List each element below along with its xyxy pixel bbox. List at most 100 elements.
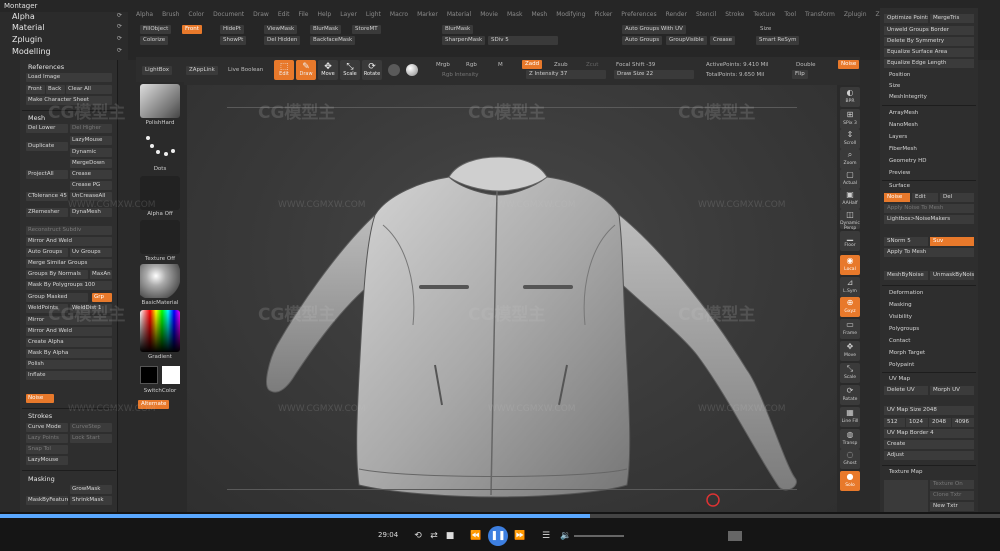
morph-uv-button[interactable]: Morph UV bbox=[930, 386, 974, 395]
polish-slider[interactable]: Polish bbox=[26, 360, 112, 369]
zcut-button[interactable]: Zcut bbox=[586, 62, 598, 68]
adjust-uv-button[interactable]: Adjust bbox=[884, 451, 974, 460]
menu-item-alpha[interactable]: Alpha bbox=[136, 11, 153, 21]
lightbox-noisemakers-button[interactable]: Lightbox>NoiseMakers bbox=[884, 215, 974, 224]
apply-noise-to-mesh-button[interactable]: Apply Noise To Mesh bbox=[884, 204, 974, 213]
polygroups-section[interactable]: Polygroups bbox=[889, 326, 919, 332]
auto-groups-button[interactable]: Auto Groups bbox=[26, 248, 68, 257]
mesh-by-noise-button[interactable]: MeshByNoise bbox=[884, 271, 928, 280]
crease-button[interactable]: Crease bbox=[70, 170, 112, 179]
new-txtr-button[interactable]: New Txtr bbox=[930, 502, 974, 511]
smart-resym-button[interactable]: Smart ReSym bbox=[756, 36, 800, 45]
nano-mesh-section[interactable]: NanoMesh bbox=[889, 122, 918, 128]
strokes-header[interactable]: Strokes bbox=[28, 412, 52, 420]
crease-button[interactable]: Crease bbox=[710, 36, 735, 45]
shelf-actual-button[interactable]: ▢ Actual bbox=[840, 169, 860, 189]
surface-header[interactable]: Surface bbox=[889, 183, 910, 189]
morph-target-section[interactable]: Morph Target bbox=[889, 350, 925, 356]
fiber-mesh-section[interactable]: FiberMesh bbox=[889, 146, 917, 152]
shelf-scroll-button[interactable]: ⇕ Scroll bbox=[840, 129, 860, 149]
tree-item-modelling[interactable]: Modelling ⟳ bbox=[12, 47, 122, 58]
material-thumbnail[interactable] bbox=[140, 264, 180, 298]
shelf-frame-button[interactable]: ▭ Frame bbox=[840, 319, 860, 339]
pause-button[interactable]: ❚❚ bbox=[488, 526, 508, 546]
menu-item-document[interactable]: Document bbox=[213, 11, 244, 21]
noise-button[interactable]: Noise bbox=[26, 394, 54, 403]
zsub-button[interactable]: Zsub bbox=[554, 62, 568, 68]
pin-icon[interactable]: ⟳ bbox=[117, 35, 122, 46]
shelf-scale-button[interactable]: ⤡ Scale bbox=[840, 363, 860, 383]
noise-del-button[interactable]: Del bbox=[940, 193, 974, 202]
alpha-thumbnail[interactable] bbox=[140, 176, 180, 210]
mask-by-alpha-button[interactable]: Mask By Alpha bbox=[26, 349, 112, 358]
shelf-dynamic-persp-button[interactable]: ◫ Dynamic Persp bbox=[840, 209, 860, 231]
suv-button[interactable]: Suv bbox=[930, 237, 974, 246]
shelf-local-button[interactable]: ◉ Local bbox=[840, 255, 860, 275]
uv-size-512-button[interactable]: 512 bbox=[884, 418, 905, 427]
material-sphere-icon[interactable] bbox=[388, 64, 400, 76]
alternate-button[interactable]: Alternate bbox=[138, 400, 170, 409]
color-picker[interactable] bbox=[140, 310, 180, 352]
shelf-aahalf-button[interactable]: ▣ AAHalf bbox=[840, 189, 860, 209]
uv-size-4096-button[interactable]: 4096 bbox=[952, 418, 974, 427]
shuffle-icon[interactable]: ⇄ bbox=[428, 530, 440, 542]
mask-by-polygroups-slider[interactable]: Mask By Polygroups 100 bbox=[26, 281, 112, 290]
optimize-points-button[interactable]: Optimize Points bbox=[884, 14, 928, 23]
jacket-model[interactable] bbox=[187, 85, 837, 512]
grp-button[interactable]: Grp bbox=[92, 293, 112, 302]
menu-item-picker[interactable]: Picker bbox=[594, 11, 612, 21]
weld-dist-slider[interactable]: WeldDist 1 bbox=[70, 304, 112, 313]
del-lower-button[interactable]: Del Lower bbox=[26, 124, 68, 133]
blur-mask-button[interactable]: BlurMask bbox=[310, 25, 342, 34]
shelf-l-sym-button[interactable]: ⊿ L.Sym bbox=[840, 277, 860, 297]
snap-tol-slider[interactable]: Snap Tol bbox=[26, 445, 68, 454]
zremesher-button[interactable]: ZRemesher bbox=[26, 208, 68, 217]
menu-item-texture[interactable]: Texture bbox=[753, 11, 775, 21]
draw-size-slider[interactable]: Draw Size 22 bbox=[614, 70, 694, 79]
create-alpha-button[interactable]: Create Alpha bbox=[26, 338, 112, 347]
uv-size-1024-button[interactable]: 1024 bbox=[906, 418, 928, 427]
shelf-solo-button[interactable]: ● Solo bbox=[840, 471, 860, 491]
masking-section[interactable]: Masking bbox=[889, 302, 912, 308]
menu-item-zplugin[interactable]: Zplugin bbox=[844, 11, 867, 21]
del-higher-button[interactable]: Del Higher bbox=[70, 124, 112, 133]
load-image-button[interactable]: Load Image bbox=[26, 73, 112, 82]
noise-button[interactable]: Noise bbox=[838, 60, 860, 69]
3d-viewport[interactable] bbox=[187, 85, 837, 512]
fast-forward-icon[interactable]: ⏩ bbox=[514, 530, 526, 542]
shelf-gxyz-button[interactable]: ⊕ Gxyz bbox=[840, 297, 860, 317]
preview-section[interactable]: Preview bbox=[889, 170, 910, 176]
thumbnail-icon[interactable] bbox=[728, 531, 742, 541]
color-sphere-icon[interactable] bbox=[406, 64, 418, 76]
shelf-spix-3-button[interactable]: ⊞ SPix 3 bbox=[840, 109, 860, 129]
ctolerance-slider[interactable]: CTolerance 45 bbox=[26, 192, 68, 201]
menu-item-transform[interactable]: Transform bbox=[805, 11, 835, 21]
lazy-points-slider[interactable]: Lazy Points bbox=[26, 434, 68, 443]
auto-groups-uv-button[interactable]: Auto Groups With UV bbox=[622, 25, 686, 34]
edit-button[interactable]: ⬚ Edit bbox=[274, 60, 294, 80]
layers-section[interactable]: Layers bbox=[889, 134, 907, 140]
inflate-slider[interactable]: Inflate bbox=[26, 371, 112, 380]
mrgb-button[interactable]: Mrgb bbox=[436, 62, 450, 68]
uncrease-all-button[interactable]: UnCreaseAll bbox=[70, 192, 112, 201]
create-uv-button[interactable]: Create bbox=[884, 440, 974, 449]
scale-button[interactable]: ⤡ Scale bbox=[340, 60, 360, 80]
menu-item-mesh[interactable]: Mesh bbox=[531, 11, 547, 21]
live-boolean-toggle[interactable]: Live Boolean bbox=[228, 67, 263, 73]
max-angle-slider[interactable]: MaxAn bbox=[90, 270, 112, 279]
menu-item-stroke[interactable]: Stroke bbox=[725, 11, 744, 21]
m-button[interactable]: M bbox=[498, 62, 503, 68]
shelf-zoom-button[interactable]: ⌕ Zoom bbox=[840, 149, 860, 169]
uv-groups-button[interactable]: Uv Groups bbox=[70, 248, 112, 257]
backface-mask-button[interactable]: BackfaceMask bbox=[310, 36, 356, 45]
equalize-edge-length-button[interactable]: Equalize Edge Length bbox=[884, 59, 974, 68]
menu-item-mask[interactable]: Mask bbox=[507, 11, 522, 21]
brush-thumbnail[interactable] bbox=[140, 84, 180, 118]
menu-item-macro[interactable]: Macro bbox=[390, 11, 408, 21]
noise-edit-button[interactable]: Edit bbox=[912, 193, 938, 202]
secondary-color-swatch[interactable] bbox=[162, 366, 180, 384]
make-character-sheet-button[interactable]: Make Character Sheet bbox=[26, 96, 112, 105]
delete-uv-button[interactable]: Delete UV bbox=[884, 386, 928, 395]
shelf-line-fill-button[interactable]: ▦ Line Fill bbox=[840, 407, 860, 427]
lazymouse-button[interactable]: LazyMouse bbox=[70, 136, 112, 145]
